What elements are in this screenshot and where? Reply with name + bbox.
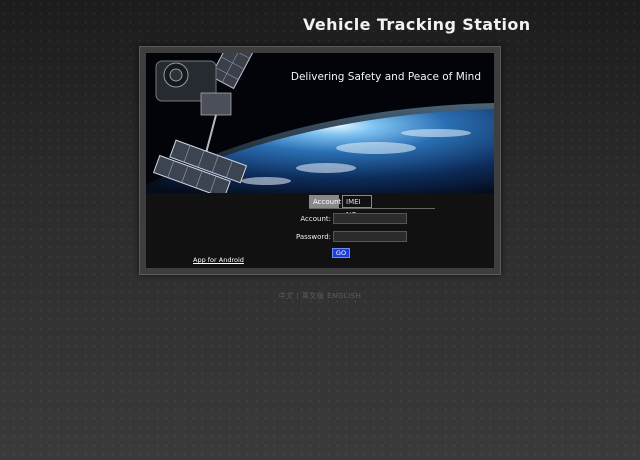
- site-title: Vehicle Tracking Station: [303, 15, 531, 34]
- tagline: Delivering Safety and Peace of Mind: [290, 71, 481, 83]
- panel-inner: Delivering Safety and Peace of Mind Acco…: [146, 53, 494, 268]
- go-button[interactable]: GO: [332, 248, 350, 258]
- password-input[interactable]: [333, 231, 407, 242]
- password-label: Password:: [295, 233, 331, 241]
- login-form: Account IMEI NO. Account: Password: GO A…: [146, 193, 494, 268]
- language-links[interactable]: 中文 | 英文版 ENGLISH: [0, 291, 640, 301]
- account-label: Account:: [300, 215, 331, 223]
- tab-underline: [309, 208, 435, 209]
- banner-image: Delivering Safety and Peace of Mind: [146, 53, 494, 193]
- login-panel: Delivering Safety and Peace of Mind Acco…: [139, 46, 501, 275]
- account-input[interactable]: [333, 213, 407, 224]
- android-app-link[interactable]: App for Android: [193, 256, 244, 264]
- tab-account[interactable]: Account: [309, 195, 341, 208]
- tab-imei-no[interactable]: IMEI NO.: [342, 195, 372, 219]
